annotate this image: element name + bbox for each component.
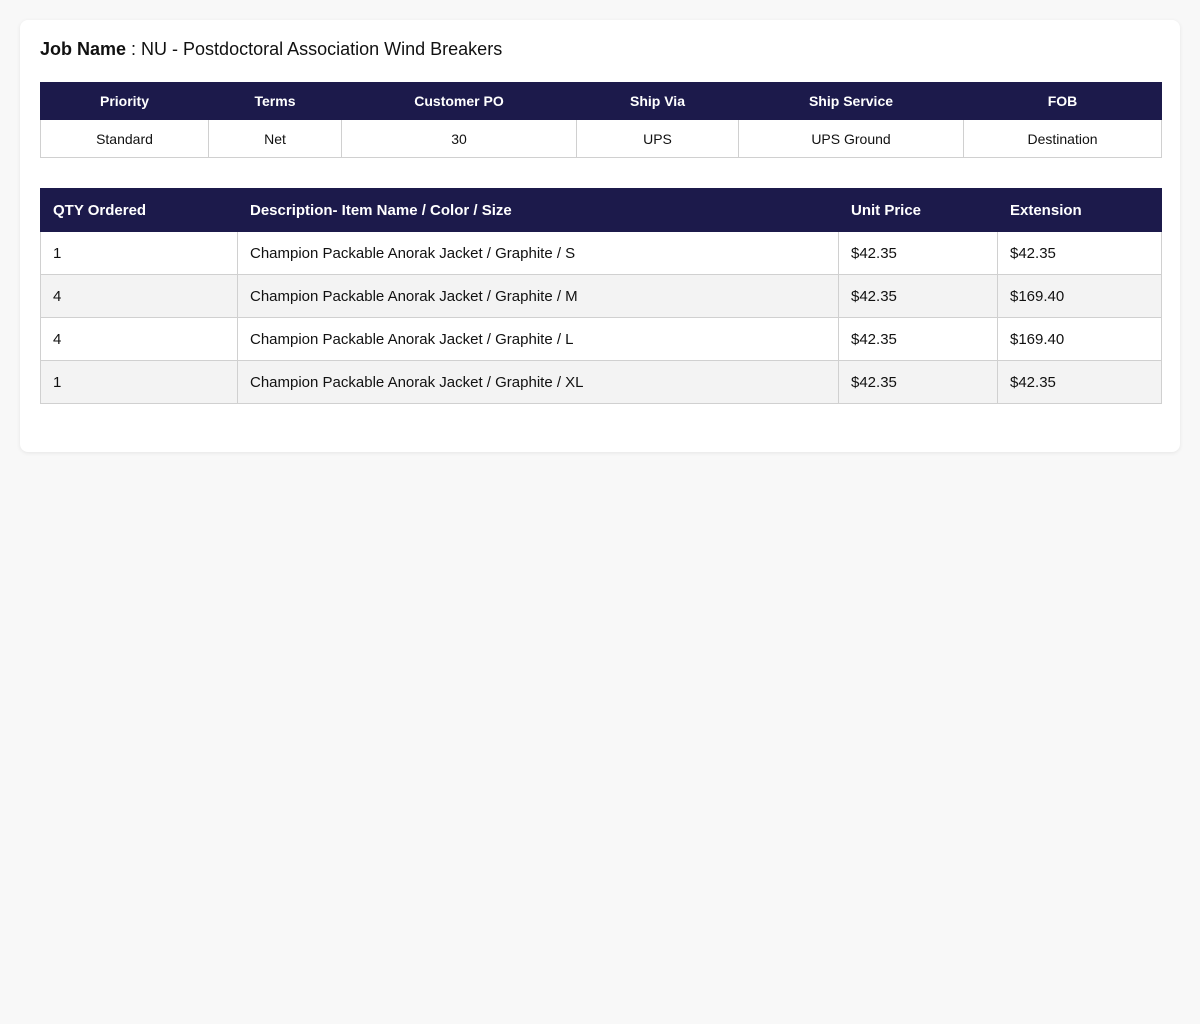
items-header-description: Description- Item Name / Color / Size xyxy=(237,188,839,232)
order-value-priority: Standard xyxy=(40,119,209,158)
order-info-value-row: Standard Net 30 UPS UPS Ground Destinati… xyxy=(40,119,1162,158)
item-qty: 4 xyxy=(40,274,238,318)
item-extension: $42.35 xyxy=(997,231,1162,275)
order-header-terms: Terms xyxy=(208,82,342,120)
item-extension: $42.35 xyxy=(997,360,1162,404)
item-extension: $169.40 xyxy=(997,317,1162,361)
item-description: Champion Packable Anorak Jacket / Graphi… xyxy=(237,360,839,404)
order-header-ship-via: Ship Via xyxy=(576,82,739,120)
items-header-unit-price: Unit Price xyxy=(838,188,998,232)
order-info-table: Priority Terms Customer PO Ship Via Ship… xyxy=(40,82,1162,158)
item-unit-price: $42.35 xyxy=(838,317,998,361)
job-name-value: NU - Postdoctoral Association Wind Break… xyxy=(141,39,503,59)
table-row: 1 Champion Packable Anorak Jacket / Grap… xyxy=(40,231,1162,275)
items-header-extension: Extension xyxy=(997,188,1162,232)
item-description: Champion Packable Anorak Jacket / Graphi… xyxy=(237,231,839,275)
order-value-ship-via: UPS xyxy=(576,119,739,158)
items-header-qty: QTY Ordered xyxy=(40,188,238,232)
item-unit-price: $42.35 xyxy=(838,274,998,318)
item-description: Champion Packable Anorak Jacket / Graphi… xyxy=(237,317,839,361)
order-value-ship-service: UPS Ground xyxy=(738,119,964,158)
item-description: Champion Packable Anorak Jacket / Graphi… xyxy=(237,274,839,318)
order-header-fob: FOB xyxy=(963,82,1162,120)
item-unit-price: $42.35 xyxy=(838,231,998,275)
order-card: Job Name : NU - Postdoctoral Association… xyxy=(20,20,1180,452)
table-row: 4 Champion Packable Anorak Jacket / Grap… xyxy=(40,274,1162,318)
job-name-label: Job Name xyxy=(40,39,127,59)
order-value-customer-po: 30 xyxy=(341,119,577,158)
table-row: 4 Champion Packable Anorak Jacket / Grap… xyxy=(40,317,1162,361)
item-qty: 4 xyxy=(40,317,238,361)
order-header-priority: Priority xyxy=(40,82,209,120)
item-extension: $169.40 xyxy=(997,274,1162,318)
order-value-terms: Net xyxy=(208,119,342,158)
item-qty: 1 xyxy=(40,360,238,404)
job-name-separator: : xyxy=(126,39,142,59)
line-items-table: QTY Ordered Description- Item Name / Col… xyxy=(40,188,1162,404)
order-header-ship-service: Ship Service xyxy=(738,82,964,120)
item-qty: 1 xyxy=(40,231,238,275)
line-items-header-row: QTY Ordered Description- Item Name / Col… xyxy=(40,188,1162,232)
job-name-line: Job Name : NU - Postdoctoral Association… xyxy=(40,38,502,60)
order-value-fob: Destination xyxy=(963,119,1162,158)
item-unit-price: $42.35 xyxy=(838,360,998,404)
table-row: 1 Champion Packable Anorak Jacket / Grap… xyxy=(40,360,1162,404)
order-header-customer-po: Customer PO xyxy=(341,82,577,120)
order-info-header-row: Priority Terms Customer PO Ship Via Ship… xyxy=(40,82,1162,120)
